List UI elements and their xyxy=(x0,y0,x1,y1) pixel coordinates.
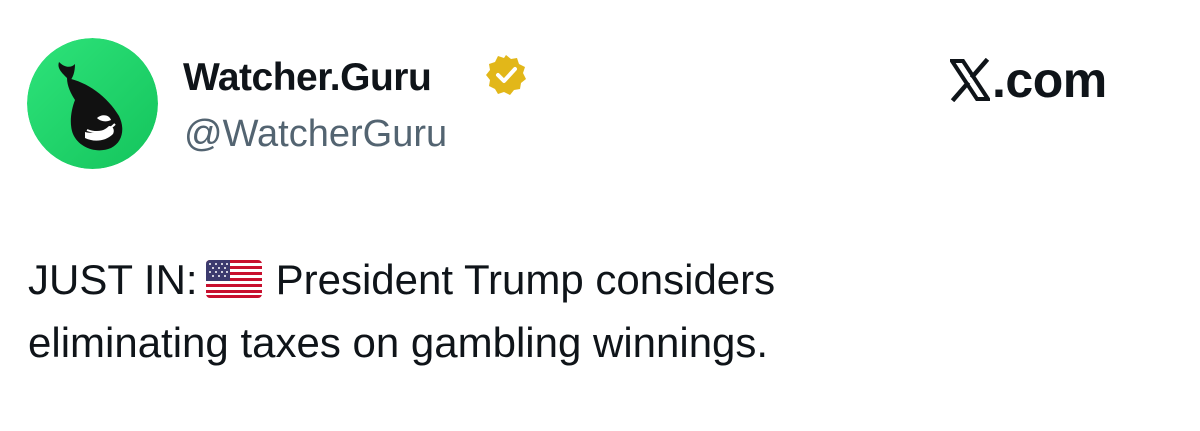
x-logo-icon xyxy=(950,58,990,102)
tweet-text: JUST IN: President Trump considers elimi… xyxy=(28,248,1168,374)
tweet-card: Watcher.Guru @WatcherGuru .com JUST IN: xyxy=(0,0,1200,431)
whale-logo-icon xyxy=(27,38,158,169)
display-name[interactable]: Watcher.Guru xyxy=(183,56,432,100)
source-attribution: .com xyxy=(950,52,1107,108)
tweet-line-2: eliminating taxes on gambling winnings. xyxy=(28,319,769,366)
handle[interactable]: @WatcherGuru xyxy=(184,112,447,156)
tweet-line-1-text: President Trump considers xyxy=(275,256,776,303)
source-domain: .com xyxy=(992,52,1107,108)
tweet-prefix: JUST IN: xyxy=(28,256,198,303)
avatar[interactable] xyxy=(27,38,158,169)
verified-badge-icon xyxy=(486,55,526,95)
tweet-line-1: JUST IN: President Trump considers xyxy=(28,248,1168,311)
us-flag-icon xyxy=(205,260,262,298)
